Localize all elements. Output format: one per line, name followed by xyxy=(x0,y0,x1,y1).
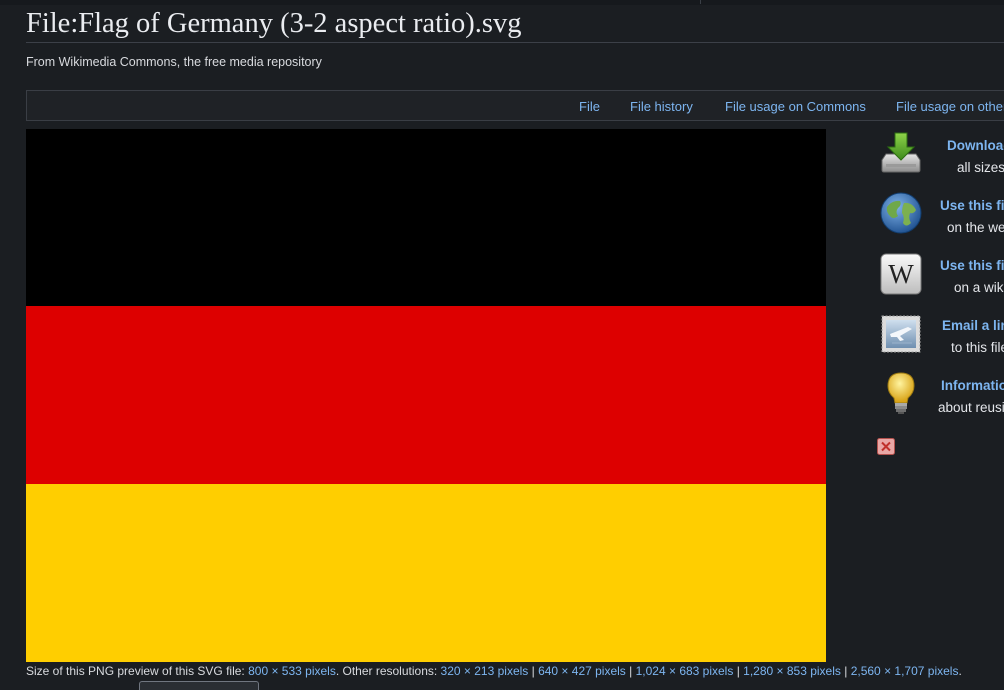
sidebar-item-download[interactable]: Download all sizes xyxy=(876,130,1004,186)
lightbulb-icon xyxy=(887,372,915,414)
information-desc: about reusing xyxy=(938,400,1004,415)
sidebar-item-use-web[interactable]: Use this file on the web xyxy=(876,190,1004,246)
page-title: File:Flag of Germany (3-2 aspect ratio).… xyxy=(26,4,1004,43)
flag-band-gold xyxy=(26,484,826,662)
download-desc: all sizes xyxy=(957,160,1004,175)
site-subtitle: From Wikimedia Commons, the free media r… xyxy=(26,55,322,69)
use-wiki-link[interactable]: Use this file xyxy=(940,258,1004,273)
use-web-link[interactable]: Use this file xyxy=(940,198,1004,213)
preview-size-link[interactable]: 800 × 533 pixels xyxy=(248,664,336,678)
resolution-link-1280[interactable]: 1,280 × 853 pixels xyxy=(743,664,841,678)
resolution-link-2560[interactable]: 2,560 × 1,707 pixels xyxy=(851,664,959,678)
other-resolutions-label: . Other resolutions: xyxy=(335,664,441,678)
resolution-separator: | xyxy=(625,664,636,678)
use-wiki-desc: on a wiki xyxy=(954,280,1004,295)
download-icon xyxy=(881,132,921,173)
email-desc: to this file xyxy=(951,340,1004,355)
reuse-sidebar: Download all sizes Use this file on the … xyxy=(876,130,1004,460)
partial-button[interactable] xyxy=(139,681,259,690)
tab-file[interactable]: File xyxy=(579,99,600,114)
download-link[interactable]: Download xyxy=(947,138,1004,153)
resolution-link-1024[interactable]: 1,024 × 683 pixels xyxy=(636,664,734,678)
svg-text:W: W xyxy=(888,259,914,289)
close-icon[interactable] xyxy=(877,438,895,455)
wikipedia-icon: W xyxy=(880,253,922,295)
size-suffix: . xyxy=(958,664,962,678)
information-link[interactable]: Information xyxy=(941,378,1004,393)
flag-band-black xyxy=(26,129,826,306)
email-link[interactable]: Email a link xyxy=(942,318,1004,333)
resolution-link-320[interactable]: 320 × 213 pixels xyxy=(441,664,529,678)
use-web-desc: on the web xyxy=(947,220,1004,235)
resolution-link-640[interactable]: 640 × 427 pixels xyxy=(538,664,626,678)
tab-file-history[interactable]: File history xyxy=(630,99,693,114)
size-prefix: Size of this PNG preview of this SVG fil… xyxy=(26,664,249,678)
tab-file-usage-commons[interactable]: File usage on Commons xyxy=(725,99,866,114)
flag-band-red xyxy=(26,306,826,484)
file-tabs: File File history File usage on Commons … xyxy=(26,90,1004,121)
globe-icon xyxy=(880,192,922,234)
sidebar-item-email-link[interactable]: Email a link to this file xyxy=(876,310,1004,366)
email-stamp-icon xyxy=(881,315,921,353)
tab-file-usage-other-wikis[interactable]: File usage on other wikis xyxy=(896,99,1004,114)
resolution-separator: | xyxy=(528,664,539,678)
resolution-separator: | xyxy=(840,664,851,678)
sidebar-item-information[interactable]: Information about reusing xyxy=(876,370,1004,426)
preview-size-line: Size of this PNG preview of this SVG fil… xyxy=(26,664,962,678)
flag-preview-image[interactable] xyxy=(26,129,826,662)
resolution-separator: | xyxy=(733,664,744,678)
sidebar-item-use-wiki[interactable]: W Use this file on a wiki xyxy=(876,250,1004,306)
